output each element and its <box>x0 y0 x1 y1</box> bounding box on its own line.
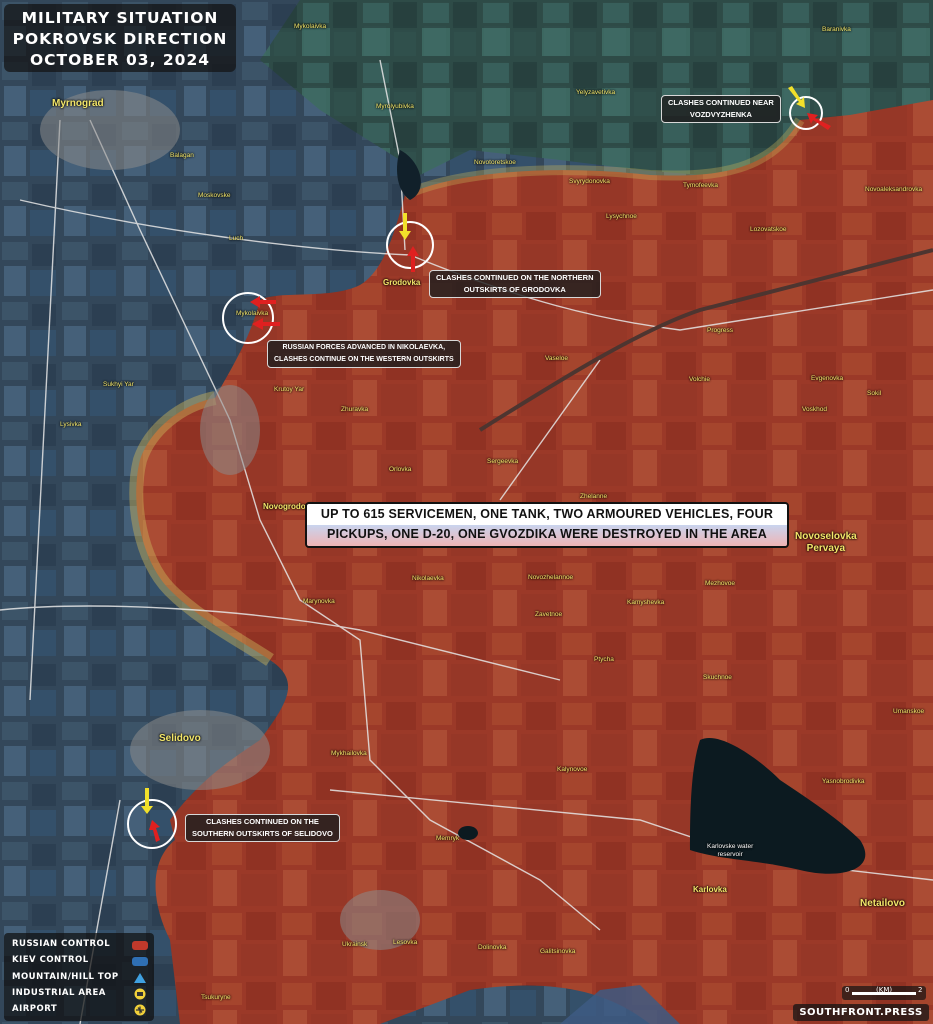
label-lesovka: Lesovka <box>393 939 418 946</box>
label-mykhailovka: Mykhailovka <box>331 750 367 757</box>
legend-mountain: MOUNTAIN/HILL TOP <box>10 972 150 986</box>
label-progress: Progress <box>707 327 734 334</box>
label-luch: Luch <box>229 235 244 242</box>
label-sokil: Sokil <box>867 390 882 397</box>
label-voskhod: Voskhod <box>802 406 827 413</box>
label-lysychnoe: Lysychnoe <box>606 213 637 220</box>
label-mykolaivka-west: Mykolaivka <box>236 310 269 317</box>
label-lysivka: Lysivka <box>60 421 82 428</box>
legend-russian-label: RUSSIAN CONTROL <box>12 939 111 949</box>
label-mykolaivka-north: Mykolaivka <box>294 23 327 30</box>
label-evgenovka: Evgenovka <box>811 375 844 382</box>
label-orlovka: Orlovka <box>389 466 412 473</box>
legend-airport: AIRPORT <box>10 1004 150 1018</box>
callout-selidovo: CLASHES CONTINUED ON THE SOUTHERN OUTSKI… <box>185 814 340 842</box>
label-novozhelannoe: Novozhelannoe <box>528 574 574 581</box>
legend-airport-label: AIRPORT <box>12 1004 58 1014</box>
label-grodovka: Grodovka <box>383 278 421 287</box>
label-galitsinovka: Galitsinovka <box>540 948 576 955</box>
losses-banner-line2: PICKUPS, ONE D-20, ONE GVOZDIKA WERE DES… <box>327 527 767 541</box>
label-ukrainsk: Ukrainsk <box>342 941 368 948</box>
label-volchie: Volchie <box>689 376 710 383</box>
label-yasnobrodivka: Yasnobrodivka <box>822 778 865 785</box>
source-credit: SOUTHFRONT.PRESS <box>793 1004 929 1021</box>
industrial-icon <box>134 988 146 1000</box>
label-zhelanne: Zhelanne <box>580 493 608 500</box>
label-myrnograd: Myrnograd <box>52 98 104 109</box>
label-umanskoe: Umanskoe <box>893 708 925 715</box>
label-memryk: Memryk <box>436 835 460 842</box>
label-marynovka: Marynovka <box>303 598 335 605</box>
legend-kiev-control: KIEV CONTROL <box>10 955 150 969</box>
russian-swatch-icon <box>132 941 148 950</box>
label-kamyshevka: Kamyshevka <box>627 599 665 606</box>
label-karlovske-reservoir: Karlovske water reservoir <box>707 843 754 858</box>
legend-industrial: INDUSTRIAL AREA <box>10 988 150 1002</box>
label-netailovo: Netailovo <box>860 898 906 909</box>
label-svyrydonovka: Svyrydonovka <box>569 178 610 185</box>
map-title-line1: MILITARY SITUATION <box>21 9 219 27</box>
scale-bar: 0 (KM) 2 <box>842 986 926 1000</box>
label-nikolaevka: Nikolaevka <box>412 575 444 582</box>
label-myrolyubivka: Myrolyubivka <box>376 103 414 110</box>
label-novotoretskoe: Novotoretskoe <box>474 159 516 166</box>
label-moskovske: Moskovske <box>198 192 231 199</box>
legend-industrial-label: INDUSTRIAL AREA <box>12 988 106 998</box>
label-baranivka: Baranivka <box>822 26 851 33</box>
label-skuchnoe: Skuchnoe <box>703 674 732 681</box>
label-sergeevka: Sergeevka <box>487 458 519 465</box>
callout-grodovka: CLASHES CONTINUED ON THE NORTHERN OUTSKI… <box>429 270 601 298</box>
label-mezhovoe: Mezhovoe <box>705 580 735 587</box>
map-title-line2: POKROVSK DIRECTION <box>12 30 228 48</box>
losses-banner-line1: UP TO 615 SERVICEMEN, ONE TANK, TWO ARMO… <box>320 507 774 521</box>
label-tymofeevka: Tymofeevka <box>683 182 719 189</box>
label-zhuravka: Zhuravka <box>341 406 369 413</box>
label-zavetnoe: Zavetnoe <box>535 611 563 618</box>
label-vaseloe: Vaseloe <box>545 355 569 362</box>
mountain-icon <box>134 973 146 983</box>
scale-unit: (KM) <box>876 986 893 994</box>
airport-icon <box>134 1004 146 1016</box>
map-title-date: OCTOBER 03, 2024 <box>29 51 211 69</box>
callout-nikolaevka: RUSSIAN FORCES ADVANCED IN NIKOLAEVKA, C… <box>267 340 461 368</box>
label-ptycha: Ptycha <box>594 656 614 663</box>
losses-banner: UP TO 615 SERVICEMEN, ONE TANK, TWO ARMO… <box>305 502 789 548</box>
map-title-box: MILITARY SITUATION POKROVSK DIRECTION OC… <box>4 4 236 72</box>
label-novoaleksandrovka: Novoaleksandrovka <box>865 186 923 193</box>
map-legend: RUSSIAN CONTROL KIEV CONTROL MOUNTAIN/HI… <box>4 933 154 1021</box>
scale-zero: 0 <box>845 986 850 994</box>
label-krutoy-yar: Krutoy Yar <box>274 386 305 393</box>
label-kalynovoe: Kalynovoe <box>557 766 588 773</box>
kiev-swatch-icon <box>132 957 148 966</box>
scale-two: 2 <box>918 986 923 994</box>
label-dolinovka: Dolinovka <box>478 944 507 951</box>
label-sukhyi-yar: Sukhyi Yar <box>103 381 134 388</box>
label-balagan: Balagan <box>170 152 194 159</box>
label-yelyzavetivka: Yelyzavetivka <box>576 89 616 96</box>
legend-mountain-label: MOUNTAIN/HILL TOP <box>12 972 119 982</box>
label-novoselovka-pervaya: Novoselovka Pervaya <box>795 531 857 554</box>
label-tsukuryne: Tsukuryne <box>201 994 231 1001</box>
label-karlovka: Karlovka <box>693 885 727 894</box>
label-lozovatskoe: Lozovatskoe <box>750 226 787 233</box>
callout-vozdvyzhenka: CLASHES CONTINUED NEAR VOZDVYZHENKA <box>661 95 781 123</box>
label-selidovo: Selidovo <box>159 733 201 744</box>
legend-russian-control: RUSSIAN CONTROL <box>10 939 150 953</box>
legend-kiev-label: KIEV CONTROL <box>12 955 89 965</box>
